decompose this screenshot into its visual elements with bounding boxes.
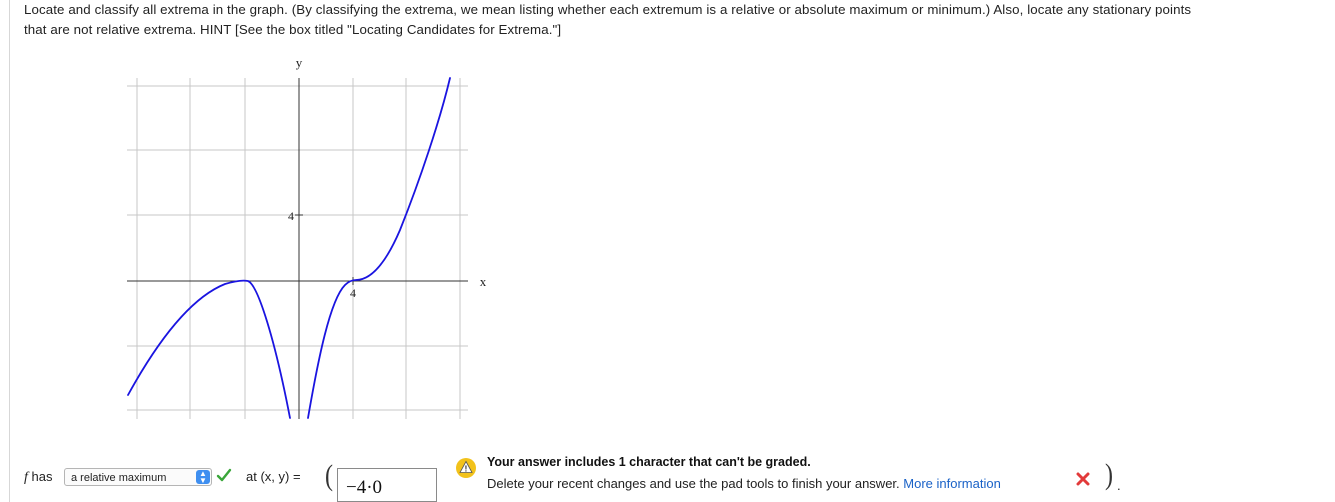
trailing-period: . bbox=[1117, 478, 1121, 493]
curve-right-branch bbox=[307, 77, 451, 419]
question-text: Locate and classify all extrema in the g… bbox=[24, 0, 1332, 40]
y-axis-label: y bbox=[296, 55, 303, 70]
warning-icon: ! bbox=[456, 458, 476, 478]
f-has-label: f has bbox=[24, 469, 52, 486]
grid bbox=[127, 78, 468, 419]
check-icon bbox=[216, 468, 232, 482]
has-text: has bbox=[27, 469, 53, 484]
extremum-type-select[interactable]: a relative maximum ▲ ▼ bbox=[64, 468, 212, 486]
svg-text:!: ! bbox=[465, 465, 468, 474]
open-paren: ( bbox=[325, 459, 333, 492]
error-x-icon bbox=[1076, 472, 1090, 486]
extremum-select-value: a relative maximum bbox=[71, 472, 167, 484]
x-axis-label: x bbox=[480, 274, 487, 289]
left-border bbox=[9, 0, 10, 502]
at-xy-label: at (x, y) = bbox=[246, 469, 301, 484]
warning-body-text: Delete your recent changes and use the p… bbox=[487, 476, 900, 491]
close-paren: ) bbox=[1105, 458, 1113, 491]
x-tick-label: 4 bbox=[350, 286, 356, 300]
y-tick-label: 4 bbox=[288, 209, 294, 223]
curve-left-branch bbox=[127, 279, 291, 419]
warning-body: Delete your recent changes and use the p… bbox=[487, 476, 1001, 491]
function-graph: y x 4 4 bbox=[127, 55, 487, 419]
point-input-field[interactable]: −4·0 bbox=[337, 468, 437, 502]
question-line-2: that are not relative extrema. HINT [See… bbox=[24, 22, 562, 37]
question-line-1: Locate and classify all extrema in the g… bbox=[24, 2, 1192, 17]
curve bbox=[127, 77, 451, 419]
axes bbox=[127, 78, 468, 419]
select-arrows-icon: ▲ ▼ bbox=[196, 470, 210, 485]
more-information-link[interactable]: More information bbox=[903, 476, 1001, 491]
warning-title: Your answer includes 1 character that ca… bbox=[487, 455, 811, 469]
